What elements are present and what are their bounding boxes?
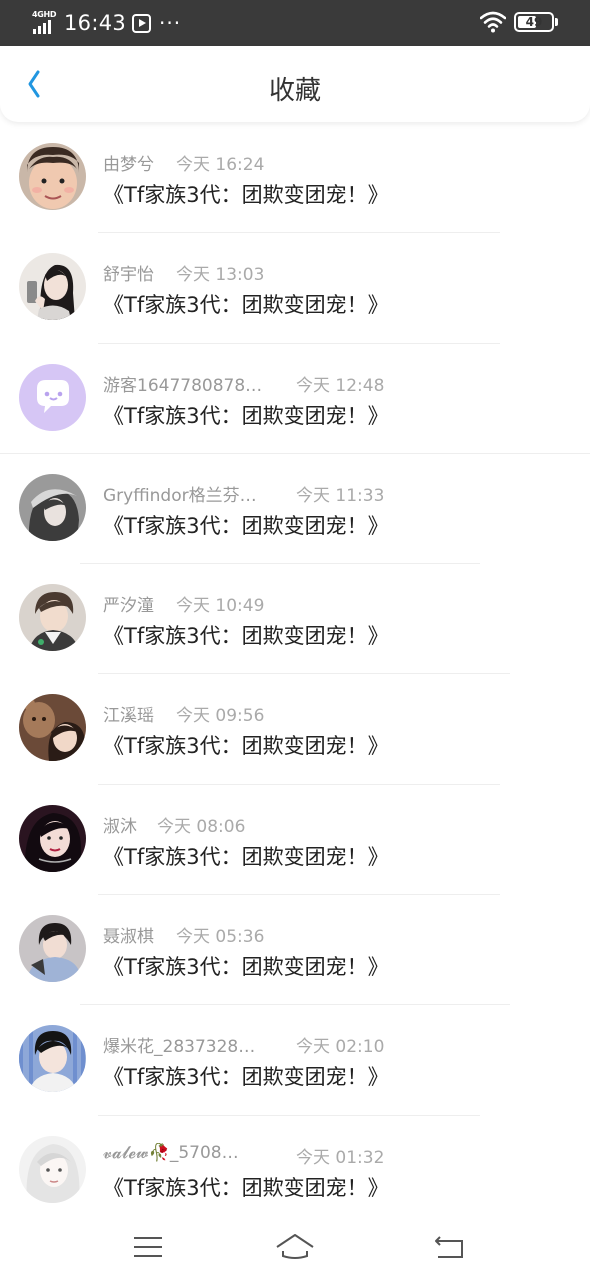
list-item[interactable]: 聂淑棋 今天 05:36 《Tf家族3代：团欺变团宠！》: [0, 895, 590, 1006]
status-time: 16:43: [64, 11, 127, 35]
item-time: 今天 01:32: [296, 1147, 385, 1168]
item-time: 今天 16:24: [176, 155, 265, 175]
home-button[interactable]: [275, 1229, 315, 1265]
item-author: 聂淑棋: [103, 927, 154, 948]
item-author: 淑沐: [103, 816, 137, 837]
favorites-list: 由梦兮 今天 16:24 《Tf家族3代：团欺变团宠！》 舒宇怡 今天 13:0…: [0, 123, 590, 1226]
header: 收藏: [0, 46, 590, 122]
item-author: Gryffindor格兰芬…: [103, 485, 257, 506]
avatar: [19, 584, 86, 652]
item-author: 舒宇怡: [103, 265, 154, 286]
item-title: 《Tf家族3代：团欺变团宠！》: [103, 624, 389, 649]
status-bar: 4GHD 16:43 ··· 49: [0, 0, 590, 46]
video-play-icon: [132, 13, 152, 33]
back-icon: [435, 1236, 463, 1258]
avatar: [19, 1135, 86, 1203]
item-author: 爆米花_2837328…: [103, 1037, 256, 1058]
menu-icon: [134, 1237, 162, 1257]
back-nav-button[interactable]: [430, 1229, 470, 1265]
item-title: 《Tf家族3代：团欺变团宠！》: [103, 1175, 389, 1200]
list-item[interactable]: 严汐潼 今天 10:49 《Tf家族3代：团欺变团宠！》: [0, 564, 590, 675]
item-author: 游客1647780878…: [103, 375, 263, 396]
item-author: 江溪瑶: [103, 706, 154, 727]
list-item[interactable]: 由梦兮 今天 16:24 《Tf家族3代：团欺变团宠！》: [0, 123, 590, 234]
avatar: [19, 473, 86, 541]
home-icon: [276, 1234, 314, 1259]
list-item[interactable]: 爆米花_2837328… 今天 02:10 《Tf家族3代：团欺变团宠！》: [0, 1005, 590, 1116]
item-time: 今天 13:03: [176, 265, 265, 286]
item-author: 严汐潼: [103, 596, 154, 617]
list-item[interactable]: 𝓿𝓪𝓵𝓮𝔀🥀_5708… 今天 01:32 《Tf家族3代：团欺变团宠！》: [0, 1116, 590, 1226]
avatar: [19, 363, 86, 431]
avatar: [19, 694, 86, 762]
item-time: 今天 12:48: [296, 375, 385, 396]
battery-icon: 49: [514, 12, 554, 32]
item-time: 今天 09:56: [176, 706, 265, 727]
page-title: 收藏: [268, 76, 321, 106]
network-type: 4GHD: [32, 10, 57, 19]
list-item[interactable]: 游客1647780878… 今天 12:48 《Tf家族3代：团欺变团宠！》: [0, 344, 590, 454]
item-time: 今天 10:49: [176, 596, 265, 617]
avatar: [19, 143, 86, 210]
item-author: 由梦兮: [103, 155, 154, 175]
item-time: 今天 08:06: [157, 816, 246, 837]
item-time: 今天 02:10: [296, 1037, 385, 1058]
signal-icon: 4GHD: [32, 10, 58, 36]
item-title: 《Tf家族3代：团欺变团宠！》: [103, 403, 389, 428]
wifi-icon: [480, 11, 506, 33]
avatar: [19, 804, 86, 872]
item-title: 《Tf家族3代：团欺变团宠！》: [103, 734, 389, 759]
list-item[interactable]: 淑沐 今天 08:06 《Tf家族3代：团欺变团宠！》: [0, 785, 590, 896]
avatar: [19, 253, 86, 321]
item-title: 《Tf家族3代：团欺变团宠！》: [103, 1065, 389, 1090]
battery-level: 49: [525, 15, 543, 29]
system-nav-bar: [0, 1215, 590, 1280]
list-item[interactable]: Gryffindor格兰芬… 今天 11:33 《Tf家族3代：团欺变团宠！》: [0, 454, 590, 565]
item-title: 《Tf家族3代：团欺变团宠！》: [103, 183, 389, 207]
chat-bubble-icon: [19, 363, 86, 431]
item-title: 《Tf家族3代：团欺变团宠！》: [103, 844, 389, 869]
more-notifications-icon: ···: [159, 11, 182, 35]
item-author: 𝓿𝓪𝓵𝓮𝔀🥀_5708…: [103, 1142, 239, 1163]
item-time: 今天 05:36: [176, 927, 265, 948]
item-title: 《Tf家族3代：团欺变团宠！》: [103, 293, 389, 318]
avatar: [19, 915, 86, 983]
item-title: 《Tf家族3代：团欺变团宠！》: [103, 955, 389, 980]
list-item[interactable]: 江溪瑶 今天 09:56 《Tf家族3代：团欺变团宠！》: [0, 674, 590, 785]
item-time: 今天 11:33: [296, 485, 385, 506]
item-title: 《Tf家族3代：团欺变团宠！》: [103, 513, 389, 538]
avatar: [19, 1025, 86, 1093]
menu-button[interactable]: [128, 1229, 168, 1265]
list-item[interactable]: 舒宇怡 今天 13:03 《Tf家族3代：团欺变团宠！》: [0, 233, 590, 344]
